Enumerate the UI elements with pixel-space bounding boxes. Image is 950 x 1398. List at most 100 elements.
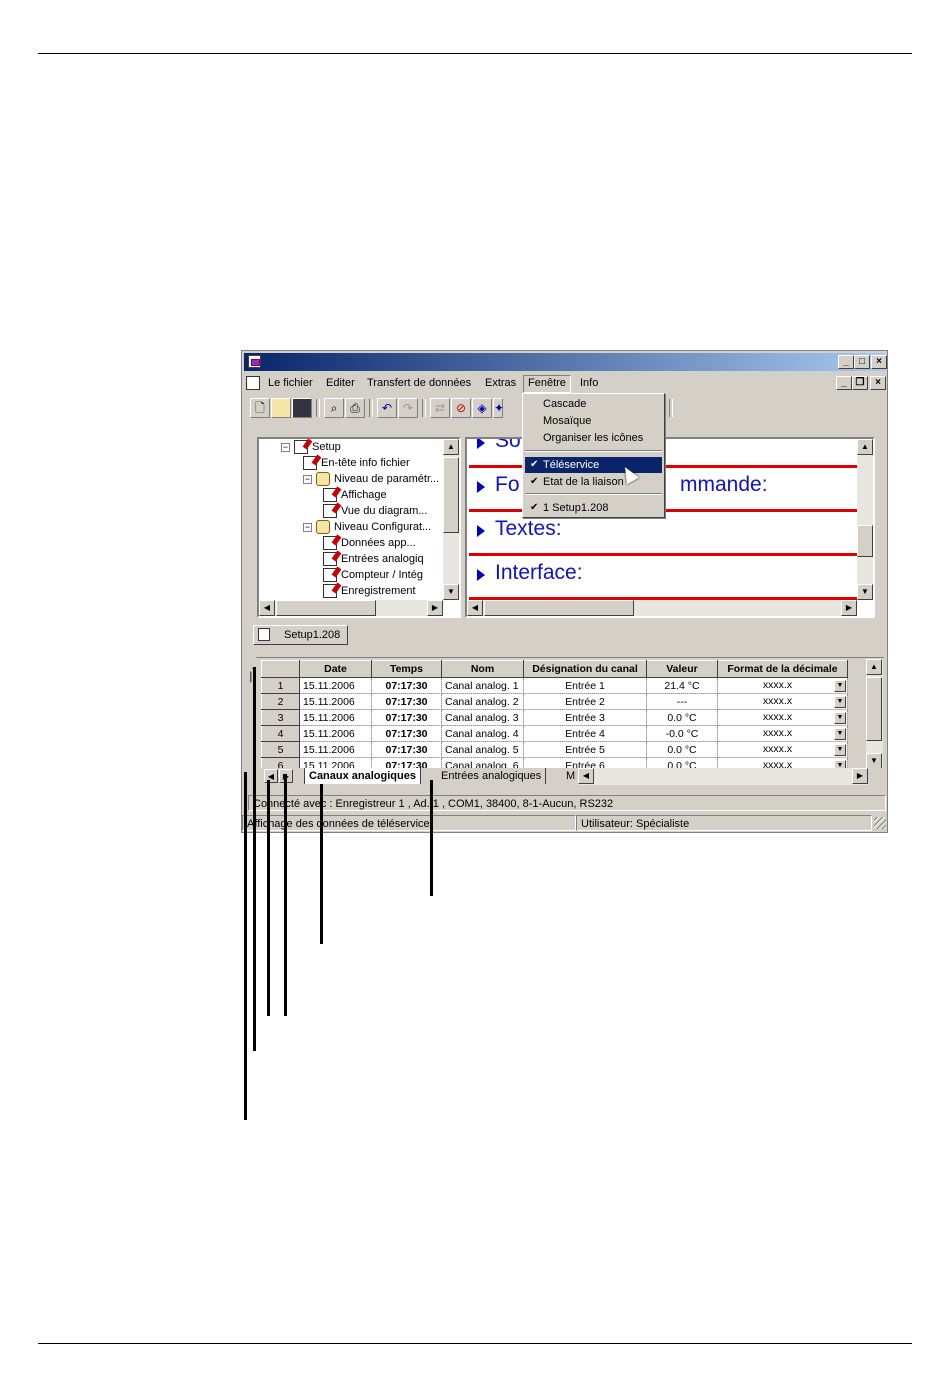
- scroll-down-button[interactable]: ▼: [443, 584, 459, 600]
- cell-text: 1: [277, 679, 284, 692]
- minimize-button[interactable]: _: [838, 355, 854, 369]
- tree-collapse-icon[interactable]: −: [303, 474, 312, 484]
- scroll-down-button[interactable]: ▼: [857, 584, 873, 600]
- column-header[interactable]: Format de la décimale: [717, 660, 848, 678]
- mdi-close-button[interactable]: ×: [870, 376, 886, 390]
- scroll-thumb[interactable]: [857, 525, 873, 557]
- scroll-left-button[interactable]: ◀: [578, 768, 594, 784]
- new-file-icon[interactable]: 🗋: [250, 398, 270, 418]
- tab-canaux-analogiques[interactable]: Canaux analogiques: [304, 768, 421, 784]
- tree-horizontal-scrollbar[interactable]: ◀ ▶: [259, 600, 443, 616]
- tree-item[interactable]: Vue du diagram...: [323, 503, 427, 519]
- undo-icon[interactable]: ↶: [377, 398, 397, 418]
- tree-collapse-icon[interactable]: −: [303, 522, 312, 532]
- table-cell[interactable]: ▼ xxxx.x: [717, 725, 848, 742]
- table-row[interactable]: 5 15.11.2006 07:17:30 Canal analog. 5 Entrée…: [261, 741, 848, 758]
- fenetre-menu-item[interactable]: ✔ Téléservice: [525, 457, 662, 473]
- menu-transfert[interactable]: Transfert de données: [363, 375, 475, 391]
- mdi-restore-button[interactable]: ❐: [852, 376, 868, 390]
- table-row[interactable]: 4 15.11.2006 07:17:30 Canal analog. 4 Entrée…: [261, 725, 848, 742]
- mdi-minimize-button[interactable]: _: [836, 376, 852, 390]
- scroll-left-button[interactable]: ◀: [467, 600, 483, 616]
- print-icon[interactable]: ⎙: [345, 398, 365, 418]
- document-menu-icon[interactable]: [246, 376, 260, 390]
- tree-item[interactable]: − Setup: [281, 439, 341, 455]
- scroll-up-button[interactable]: ▲: [857, 439, 873, 455]
- column-header[interactable]: Désignation du canal: [523, 660, 647, 678]
- save-icon[interactable]: [292, 398, 312, 418]
- fenetre-menu-item[interactable]: Organiser les icônes: [525, 430, 662, 446]
- table-row[interactable]: 1 15.11.2006 07:17:30 Canal analog. 1 Entrée…: [261, 677, 848, 694]
- menu-le-fichier[interactable]: Le fichier: [264, 375, 317, 391]
- resize-grip-icon[interactable]: [874, 817, 886, 829]
- close-button[interactable]: ×: [871, 355, 887, 369]
- table-row[interactable]: 3 15.11.2006 07:17:30 Canal analog. 3 Entrée…: [261, 709, 848, 726]
- menu-editer[interactable]: Editer: [322, 375, 359, 391]
- fenetre-menu-item[interactable]: ✔ 1 Setup1.208: [525, 500, 662, 516]
- scroll-thumb[interactable]: [484, 600, 634, 616]
- scroll-right-button[interactable]: ▶: [852, 768, 868, 784]
- cell-text: 0.0 °C: [667, 711, 697, 724]
- document-tab[interactable]: Setup1.208: [253, 625, 348, 645]
- fenetre-menu-item[interactable]: Mosaïque: [525, 413, 662, 429]
- navigate-icon[interactable]: ◈: [472, 398, 492, 418]
- column-header[interactable]: Date: [299, 660, 372, 678]
- table-cell: 15.11.2006: [299, 741, 372, 758]
- setup-row[interactable]: Interface:: [469, 553, 857, 600]
- redo-icon[interactable]: ↷: [398, 398, 418, 418]
- open-folder-icon[interactable]: [271, 398, 291, 418]
- menu-extras[interactable]: Extras: [481, 375, 520, 391]
- tree-collapse-icon[interactable]: −: [281, 442, 290, 452]
- fenetre-menu-item[interactable]: ✔ Etat de la liaison: [525, 474, 662, 490]
- tree-item[interactable]: Enregistrement: [323, 583, 416, 599]
- view-vertical-scrollbar[interactable]: ▲ ▼: [857, 439, 873, 600]
- table-cell: Canal analog. 1: [441, 677, 524, 694]
- grid-vertical-scrollbar[interactable]: ▲ ▼: [866, 659, 883, 769]
- check-icon: ✔: [530, 502, 539, 513]
- tree-item[interactable]: Affichage: [323, 487, 387, 503]
- transfer-icon[interactable]: ⇄: [430, 398, 450, 418]
- scroll-down-button[interactable]: ▼: [866, 753, 882, 769]
- dropdown-arrow-icon[interactable]: ▼: [834, 680, 846, 692]
- tree-item[interactable]: − Niveau de paramétr...: [303, 471, 439, 487]
- scroll-thumb[interactable]: [443, 457, 459, 533]
- tree-item[interactable]: Compteur / Intég: [323, 567, 423, 583]
- menu-info[interactable]: Info: [576, 375, 602, 391]
- maximize-button[interactable]: □: [854, 355, 870, 369]
- tab-m[interactable]: M: [564, 768, 577, 784]
- scroll-up-button[interactable]: ▲: [443, 439, 459, 455]
- scroll-right-button[interactable]: ▶: [841, 600, 857, 616]
- tree-item[interactable]: Données app...: [323, 535, 416, 551]
- fenetre-menu-item[interactable]: Cascade: [525, 396, 662, 412]
- table-cell[interactable]: ▼ xxxx.x: [717, 741, 848, 758]
- menu-fenetre[interactable]: Fenêtre: [523, 375, 571, 393]
- scroll-thumb[interactable]: [276, 600, 376, 616]
- column-header[interactable]: [261, 660, 300, 678]
- scroll-thumb[interactable]: [866, 677, 882, 741]
- scroll-left-button[interactable]: ◀: [259, 600, 275, 616]
- grid-horizontal-scrollbar[interactable]: ◀ ▶: [578, 768, 868, 785]
- dropdown-arrow-icon[interactable]: ▼: [834, 712, 846, 724]
- disconnect-icon[interactable]: ⊘: [451, 398, 471, 418]
- table-cell[interactable]: ▼ xxxx.x: [717, 693, 848, 710]
- column-header[interactable]: Valeur: [646, 660, 718, 678]
- tree-vertical-scrollbar[interactable]: ▲ ▼: [443, 439, 459, 600]
- scroll-up-button[interactable]: ▲: [866, 659, 882, 675]
- tab-entrees-analogiques[interactable]: Entrées analogiques: [437, 768, 547, 784]
- column-header[interactable]: Temps: [371, 660, 442, 678]
- dropdown-arrow-icon[interactable]: ▼: [834, 744, 846, 756]
- scroll-right-button[interactable]: ▶: [427, 600, 443, 616]
- view-horizontal-scrollbar[interactable]: ◀ ▶: [467, 600, 857, 616]
- table-cell[interactable]: ▼ xxxx.x: [717, 709, 848, 726]
- table-cell[interactable]: ▼ xxxx.x: [717, 677, 848, 694]
- tree-item[interactable]: Entrées analogiq: [323, 551, 424, 567]
- menu-item-label: Etat de la liaison: [543, 476, 624, 488]
- tree-item[interactable]: − Niveau Configurat...: [303, 519, 431, 535]
- dropdown-arrow-icon[interactable]: ▼: [834, 696, 846, 708]
- print-preview-icon[interactable]: ⌕: [324, 398, 344, 418]
- tree-item[interactable]: En-tête info fichier: [303, 455, 410, 471]
- dropdown-arrow-icon[interactable]: ▼: [834, 728, 846, 740]
- column-header[interactable]: Nom: [441, 660, 524, 678]
- table-row[interactable]: 2 15.11.2006 07:17:30 Canal analog. 2 Entrée…: [261, 693, 848, 710]
- target-icon[interactable]: ✦: [493, 398, 504, 418]
